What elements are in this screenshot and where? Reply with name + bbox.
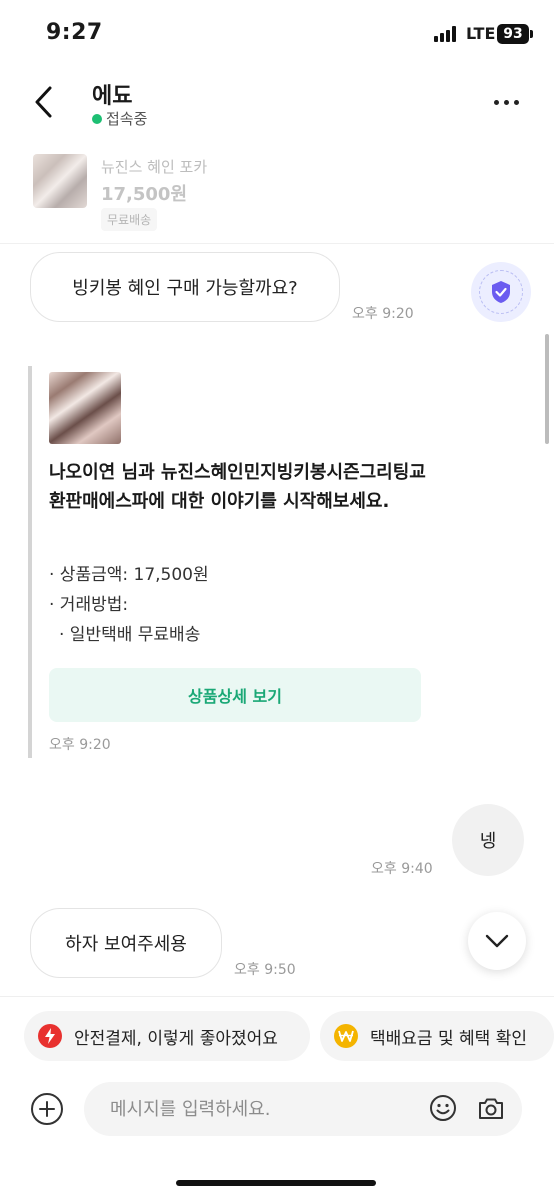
won-coin-icon [334,1024,358,1048]
card-intro-text: 나오이연 님과 뉴진스혜인민지빙키봉시즌그리팅교환판매에스파에 대한 이야기를 … [49,462,426,512]
home-indicator [176,1180,376,1186]
scrollbar[interactable] [545,334,549,444]
card-method-line: · 거래방법: [49,595,129,615]
card-time: 오후 9:20 [49,737,111,753]
product-system-card: 나오이연 님과 뉴진스혜인민지빙키봉시즌그리팅교환판매에스파에 대한 이야기를 … [28,366,428,758]
message-input-bar [0,1074,554,1144]
product-thumbnail [33,154,87,208]
card-product-image [49,372,121,444]
product-name: 뉴진스 혜인 포카 [101,158,208,176]
view-product-details-button[interactable]: 상품상세 보기 [49,668,421,722]
card-price-line: · 상품금액: 17,500원 [49,565,209,585]
emoji-icon[interactable] [429,1094,457,1122]
more-options-icon[interactable] [494,92,524,112]
chip-label: 택배요금 및 혜택 확인 [370,1028,527,1049]
chip-label: 안전결제, 이렇게 좋아졌어요 [74,1028,278,1049]
battery-tip [530,30,533,38]
safe-payment-chip[interactable]: 안전결제, 이렇게 좋아졌어요 [24,1011,310,1061]
chevron-down-icon [485,934,509,948]
status-bar: 9:27 LTE 93 [0,0,554,68]
product-price: 17,500원 [101,184,188,205]
card-method-detail: · 일반택배 무료배송 [59,625,201,645]
chat-partner-name: 에됴 [92,84,133,109]
shipping-badge: 무료배송 [101,208,158,231]
camera-icon[interactable] [477,1094,505,1122]
outgoing-message: 넹 [452,804,524,876]
incoming-message: 하자 보여주세용 [30,908,222,978]
incoming-message: 빙키봉 혜인 구매 가능할까요? [30,252,340,322]
online-dot-icon [92,113,102,124]
safe-chat-shield-button[interactable] [471,262,531,322]
chat-header: 에됴 접속중 [0,68,554,142]
message-time: 오후 9:20 [352,306,414,322]
network-label: LTE [466,24,496,43]
online-status-label: 접속중 [106,110,148,128]
back-chevron-icon[interactable] [30,80,60,124]
status-time: 9:27 [46,20,103,45]
product-summary[interactable]: 뉴진스 혜인 포카 17,500원 무료배송 [0,142,554,244]
scroll-to-bottom-button[interactable] [468,912,526,970]
quick-reply-chips: 안전결제, 이렇게 좋아졌어요 택배요금 및 혜택 확인 [0,996,554,1074]
shield-icon [492,281,510,303]
add-attachment-icon[interactable] [30,1092,64,1126]
card-details: · 상품금액: 17,500원 · 거래방법: · 일반택배 무료배송 [49,560,209,650]
online-status: 접속중 [92,108,147,129]
lightning-icon [38,1024,62,1048]
signal-icon [434,26,460,42]
message-time: 오후 9:40 [371,861,433,877]
shipping-fee-chip[interactable]: 택배요금 및 혜택 확인 [320,1011,554,1061]
message-time: 오후 9:50 [234,962,296,978]
battery-icon: 93 [497,24,529,44]
